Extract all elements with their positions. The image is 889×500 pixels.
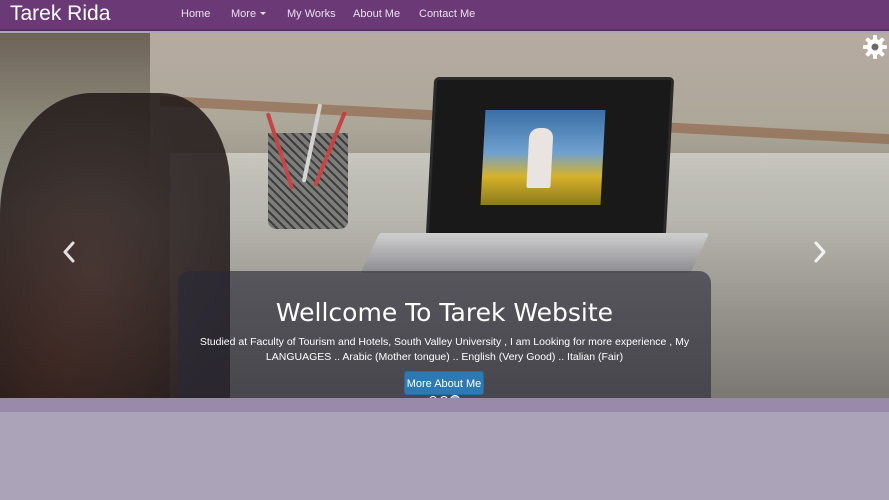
hero-laptop-person xyxy=(526,128,554,188)
hero-title: Wellcome To Tarek Website xyxy=(275,298,614,327)
gear-icon[interactable] xyxy=(862,34,888,60)
nav-item-about-me[interactable]: About Me xyxy=(353,8,400,21)
carousel-caption: Wellcome To Tarek Website Studied at Fac… xyxy=(178,271,711,398)
caret-down-icon xyxy=(260,12,267,15)
chevron-left-icon[interactable] xyxy=(62,241,76,263)
nav-item-my-works[interactable]: My Works xyxy=(287,8,336,21)
nav-item-contact-me[interactable]: Contact Me xyxy=(419,8,475,21)
nav-item-home[interactable]: Home xyxy=(181,8,210,21)
hero-pencil-cup xyxy=(265,103,348,229)
hero-laptop-screen xyxy=(425,77,675,237)
nav-item-more-label: More xyxy=(231,8,257,20)
chevron-right-icon[interactable] xyxy=(813,241,827,263)
hero-laptop-base xyxy=(360,233,710,273)
nav-item-more[interactable]: More xyxy=(231,8,267,21)
hero-carousel: Wellcome To Tarek Website Studied at Fac… xyxy=(0,33,889,398)
brand-logo[interactable]: Tarek Rida xyxy=(10,2,110,26)
hero-laptop-photo xyxy=(480,110,606,205)
more-about-me-button[interactable]: More About Me xyxy=(404,371,484,395)
navbar: Tarek Rida Home More My Works About Me C… xyxy=(0,0,889,31)
hero-description: Studied at Faculty of Tourism and Hotels… xyxy=(199,336,690,363)
hero-bottom-band xyxy=(0,398,889,412)
